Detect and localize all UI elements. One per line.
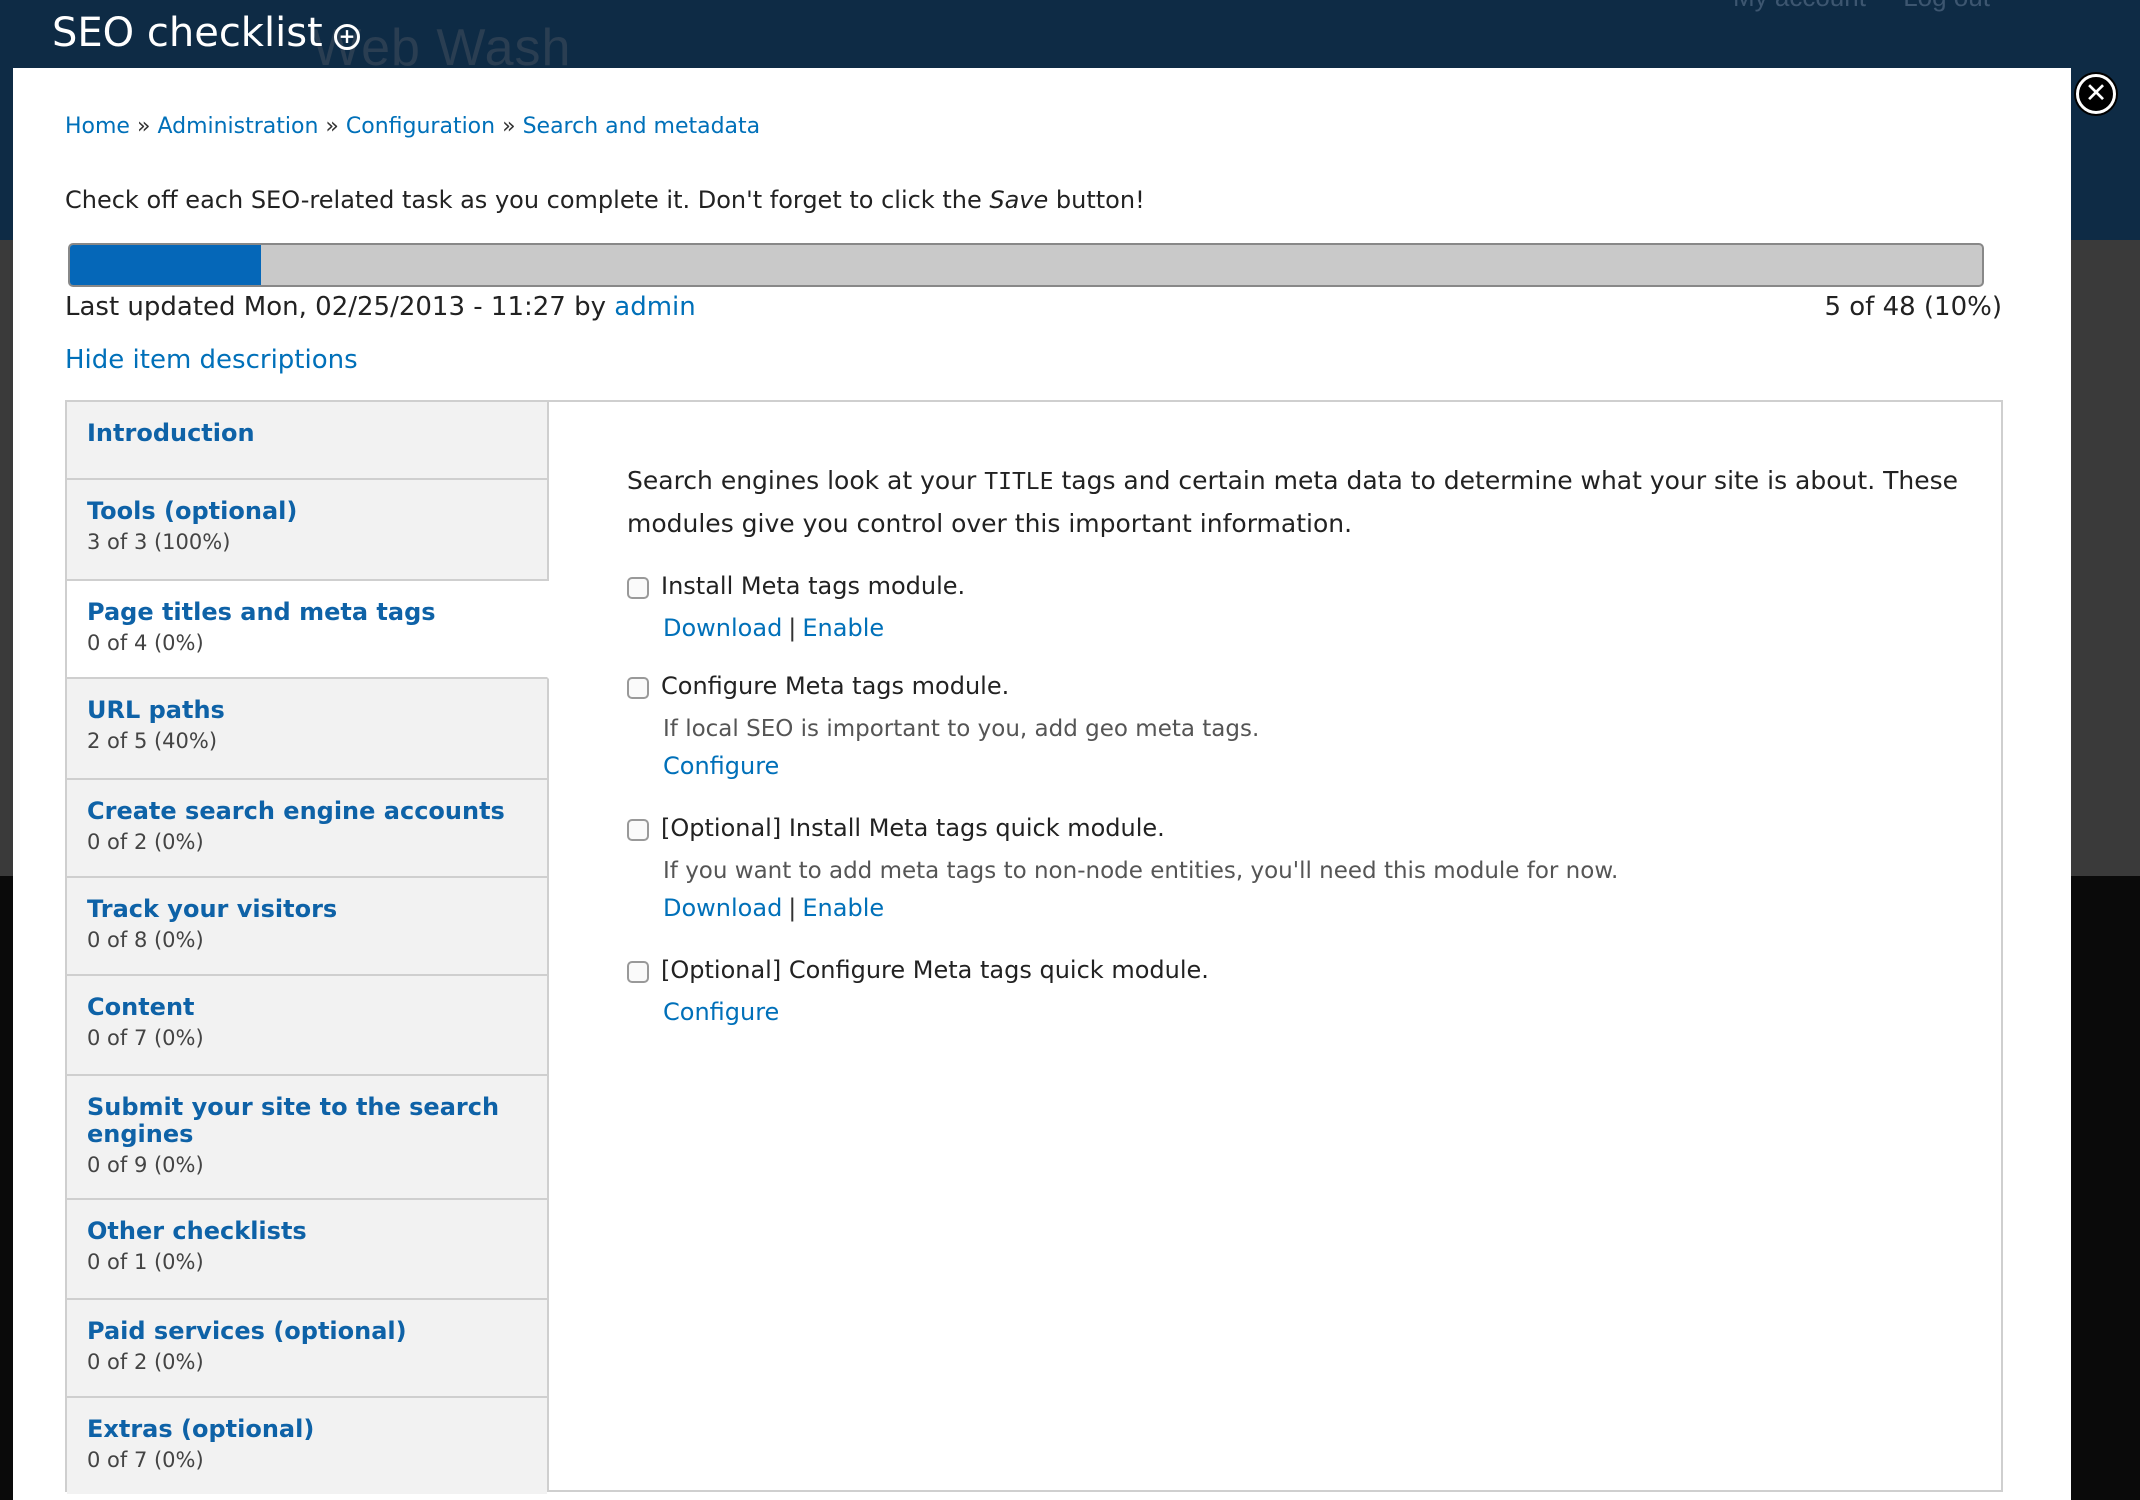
checklist-item: [Optional] Configure Meta tags quick mod… [627, 956, 1209, 1026]
breadcrumb-home[interactable]: Home [65, 114, 130, 139]
configure-link[interactable]: Configure [663, 752, 779, 780]
checklist-item-description: If local SEO is important to you, add ge… [663, 716, 1260, 742]
checklist-item-links: Download | Enable [663, 614, 885, 642]
checklist-item: Configure Meta tags module. If local SEO… [627, 672, 1259, 780]
checklist-item-links: Download | Enable [663, 894, 885, 922]
vertical-tabs-list: Introduction Tools (optional) 3 of 3 (10… [67, 402, 549, 1494]
vertical-tabs: Introduction Tools (optional) 3 of 3 (10… [65, 400, 2003, 1494]
checklist-item-label: [Optional] Configure Meta tags quick mod… [661, 956, 1209, 984]
breadcrumb-search-metadata[interactable]: Search and metadata [523, 114, 761, 139]
enable-link[interactable]: Enable [802, 614, 884, 642]
checklist-item-links: Configure [663, 998, 1209, 1026]
close-icon[interactable]: ✕ [2076, 74, 2116, 114]
tab-page-titles-meta-tags[interactable]: Page titles and meta tags 0 of 4 (0%) [67, 581, 549, 679]
tab-paid-services[interactable]: Paid services (optional) 0 of 2 (0%) [67, 1300, 547, 1398]
checklist-item-description: If you want to add meta tags to non-node… [663, 858, 1619, 884]
checklist-item-label: [Optional] Install Meta tags quick modul… [661, 814, 1165, 842]
tab-introduction[interactable]: Introduction [67, 402, 547, 480]
checklist-item-label: Install Meta tags module. [661, 572, 966, 600]
checklist-item: [Optional] Install Meta tags quick modul… [627, 814, 1618, 922]
hide-descriptions-link[interactable]: Hide item descriptions [65, 345, 358, 375]
plus-circle-icon[interactable]: + [334, 24, 360, 50]
checklist-checkbox[interactable] [627, 577, 649, 599]
intro-text: Check off each SEO-related task as you c… [65, 186, 1145, 214]
checklist-checkbox[interactable] [627, 677, 649, 699]
breadcrumb-configuration[interactable]: Configuration [346, 114, 495, 139]
tab-tools[interactable]: Tools (optional) 3 of 3 (100%) [67, 480, 547, 581]
download-link[interactable]: Download [663, 614, 782, 642]
last-updated-user-link[interactable]: admin [614, 292, 695, 322]
checklist-checkbox[interactable] [627, 961, 649, 983]
enable-link[interactable]: Enable [802, 894, 884, 922]
breadcrumb-administration[interactable]: Administration [157, 114, 318, 139]
breadcrumb: Home» Administration» Configuration» Search… [65, 114, 761, 139]
tab-extras[interactable]: Extras (optional) 0 of 7 (0%) [67, 1398, 547, 1494]
pane-description: Search engines look at your TITLE tags a… [627, 466, 1958, 538]
tab-submit-site[interactable]: Submit your site to the search engines 0… [67, 1076, 547, 1200]
progress-fill [70, 245, 262, 285]
checklist-item: Install Meta tags module. Download | Enabl… [627, 572, 965, 642]
progress-bar [68, 243, 1984, 287]
configure-link[interactable]: Configure [663, 998, 779, 1026]
checklist-item-label: Configure Meta tags module. [661, 672, 1010, 700]
tab-search-engine-accounts[interactable]: Create search engine accounts 0 of 2 (0%… [67, 780, 547, 878]
checklist-item-links: Configure [663, 752, 1259, 780]
download-link[interactable]: Download [663, 894, 782, 922]
overlay-title: SEO checklist [52, 10, 323, 56]
tab-pane-page-titles: Search engines look at your TITLE tags a… [549, 402, 2001, 1490]
tab-track-visitors[interactable]: Track your visitors 0 of 8 (0%) [67, 878, 547, 976]
log-out-link: Log out [1903, 0, 1990, 12]
progress-count: 5 of 48 (10%) [1824, 292, 2002, 322]
my-account-link: My account [1733, 0, 1866, 12]
tab-other-checklists[interactable]: Other checklists 0 of 1 (0%) [67, 1200, 547, 1300]
user-nav: My account Log out [1733, 0, 2020, 13]
tab-content[interactable]: Content 0 of 7 (0%) [67, 976, 547, 1076]
tab-url-paths[interactable]: URL paths 2 of 5 (40%) [67, 679, 547, 780]
checklist-checkbox[interactable] [627, 819, 649, 841]
last-updated: Last updated Mon, 02/25/2013 - 11:27 by … [65, 292, 696, 322]
